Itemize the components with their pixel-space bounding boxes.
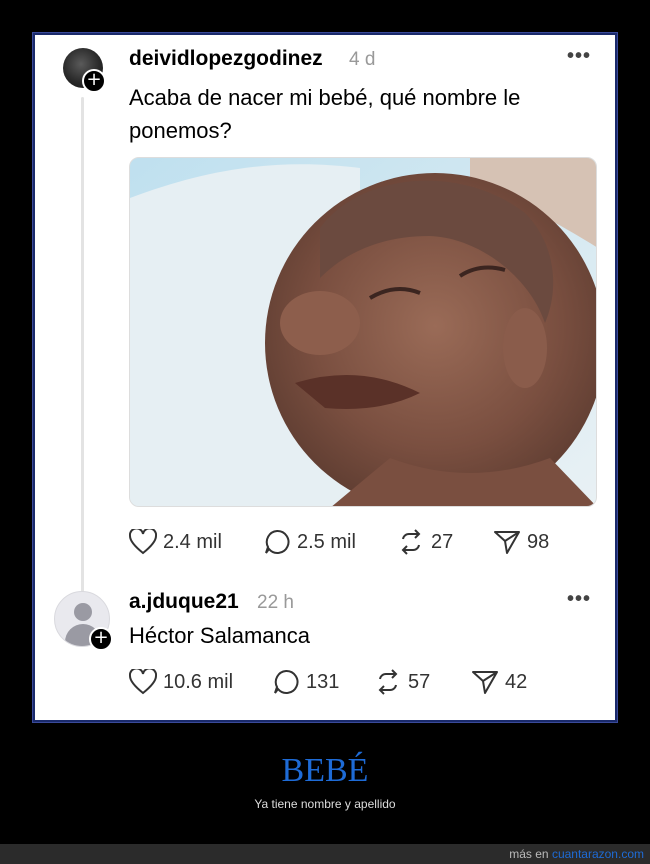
like-button[interactable]: 2.4 mil [129, 529, 222, 555]
reply-count: 131 [306, 670, 340, 693]
caption-title: BEBÉ [281, 752, 369, 789]
baby-photo-illustration [130, 158, 596, 506]
caption-subtitle: Ya tiene nombre y apellido [254, 797, 396, 811]
send-icon [494, 531, 520, 554]
comment-icon [265, 529, 290, 554]
repost-count: 57 [408, 670, 431, 693]
reply-username[interactable]: a.jduque21 [129, 590, 239, 614]
reply-time: 22 h [257, 592, 294, 613]
repost-button[interactable]: 27 [397, 529, 453, 555]
send-icon [472, 671, 498, 694]
follow-plus-icon[interactable]: + [89, 627, 113, 651]
share-count: 42 [505, 670, 528, 693]
repost-icon [401, 529, 421, 555]
more-options-icon[interactable]: ••• [567, 588, 591, 611]
repost-button[interactable]: 57 [374, 669, 430, 695]
comment-icon [274, 669, 299, 694]
repost-count: 27 [431, 530, 454, 553]
post-time: 4 d [349, 49, 376, 70]
site-link[interactable]: cuantarazon.com [552, 847, 644, 861]
thread-card: + deividlopezgodinez 4 d ••• Acaba de na… [32, 32, 618, 723]
like-count: 2.4 mil [163, 530, 222, 553]
share-button[interactable]: 42 [471, 669, 527, 695]
repost-icon [378, 669, 398, 695]
reply-actions: 10.6 mil 131 57 42 [129, 669, 579, 699]
like-button[interactable]: 10.6 mil [129, 669, 233, 695]
heart-icon [129, 529, 157, 555]
follow-plus-icon[interactable]: + [82, 69, 106, 93]
reply-count: 2.5 mil [297, 530, 356, 553]
share-button[interactable]: 98 [493, 529, 549, 555]
more-options-icon[interactable]: ••• [567, 45, 591, 68]
heart-icon [129, 669, 157, 695]
like-count: 10.6 mil [163, 670, 234, 693]
post-actions: 2.4 mil 2.5 mil 27 98 [129, 529, 579, 559]
thread-connector [81, 97, 84, 613]
post-photo[interactable] [129, 157, 597, 507]
default-avatar-head [74, 603, 92, 621]
post-text-line1: Acaba de nacer mi bebé, qué nombre le [129, 85, 521, 110]
share-count: 98 [527, 530, 550, 553]
credit-prefix: más en [509, 847, 549, 861]
post-text-line2: ponemos? [129, 118, 232, 143]
site-footer-bar: más en cuantarazon.com [0, 844, 650, 864]
reply-button[interactable]: 131 [272, 669, 339, 695]
reply-button[interactable]: 2.5 mil [263, 529, 356, 555]
site-credit: más en cuantarazon.com [509, 847, 644, 861]
post-username[interactable]: deividlopezgodinez [129, 47, 323, 71]
reply-text: Héctor Salamanca [129, 623, 310, 648]
